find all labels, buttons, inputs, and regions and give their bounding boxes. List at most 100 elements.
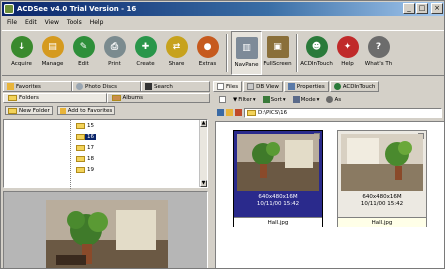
new-folder-button[interactable]: New Folder: [5, 106, 53, 115]
tab-files-label: Files: [226, 83, 239, 90]
whats-this-button[interactable]: ? What's Th: [363, 31, 394, 75]
folder-tree[interactable]: 15 16 17 18 19 ▲ ▼: [3, 119, 208, 189]
menu-help[interactable]: Help: [90, 19, 104, 26]
folder-icon: [76, 167, 85, 173]
view-icon: [326, 96, 334, 103]
tab-albums-label: Albums: [122, 95, 144, 101]
acdintouch-button[interactable]: ☻ ACDInTouch: [300, 31, 333, 75]
share-button[interactable]: ⇄ Share: [161, 31, 192, 75]
close-button[interactable]: ×: [431, 3, 443, 14]
menu-edit[interactable]: Edit: [25, 19, 37, 26]
refresh-icon[interactable]: [226, 109, 233, 116]
tab-acdintouch[interactable]: ACDInTouch: [329, 81, 380, 92]
preview-image: [46, 200, 168, 268]
files-icon: [217, 83, 224, 90]
print-button[interactable]: ⎙ Print: [99, 31, 130, 75]
tab-photo-discs[interactable]: Photo Discs: [72, 81, 141, 91]
sort-button[interactable]: Sort ▾: [261, 95, 288, 105]
tab-files[interactable]: Files: [213, 81, 243, 92]
tree-item[interactable]: 15: [76, 123, 94, 129]
tree-item-selected[interactable]: 16: [76, 134, 96, 140]
menu-bar: File Edit View Tools Help: [2, 17, 103, 28]
add-to-favorites-button[interactable]: Add to Favorites: [56, 106, 116, 115]
help-button[interactable]: ✦ Help: [332, 31, 363, 75]
title-bar[interactable]: ACDSee v4.0 Trial Version - 16 _ □ ×: [2, 2, 444, 16]
tab-db-view[interactable]: DB View: [243, 81, 283, 92]
thumbnail-area[interactable]: 640x480x16M 10/11/00 15:42 Hall.jpg 640x…: [215, 121, 444, 268]
tab-folders[interactable]: Folders: [3, 93, 107, 103]
view-as-button[interactable]: As: [324, 95, 343, 105]
menu-view[interactable]: View: [45, 19, 59, 26]
manage-icon: ▤: [41, 36, 64, 58]
tree-item-label: 19: [87, 167, 94, 173]
acquire-button[interactable]: ↓ Acquire: [6, 31, 37, 75]
preview-photo: [46, 200, 168, 268]
album-icon: [111, 95, 121, 101]
navpane-button[interactable]: ▥ NavPane: [231, 31, 262, 75]
folder-actions: New Folder Add to Favorites: [3, 105, 210, 116]
tab-favorites[interactable]: Favorites: [3, 81, 72, 91]
thumbnail-item[interactable]: 640x480x16M 10/11/00 15:42 Hall.jpg: [337, 130, 427, 227]
tab-db-view-label: DB View: [256, 83, 279, 90]
app-icon: [4, 4, 14, 14]
menu-tools[interactable]: Tools: [67, 19, 82, 26]
tree-item[interactable]: 18: [76, 156, 94, 162]
thumbnail-date: 10/11/00 15:42: [360, 201, 404, 207]
new-folder-icon: [8, 107, 17, 114]
tab-search-label: Search: [154, 83, 173, 90]
folder-icon: [247, 109, 256, 116]
tree-item[interactable]: 19: [76, 167, 94, 173]
mode-button[interactable]: Mode ▾: [291, 95, 322, 105]
left-tabs: Favorites Photo Discs Search: [3, 81, 210, 92]
properties-icon: [287, 83, 295, 90]
edit-icon: ✎: [72, 36, 95, 58]
stop-icon[interactable]: [235, 109, 242, 116]
preview-pane: [3, 191, 208, 268]
tree-item[interactable]: 17: [76, 145, 94, 151]
thumbnail-filename: Hall.jpg: [338, 217, 426, 227]
thumbnail-date: 10/11/00 15:42: [256, 201, 300, 207]
fullscreen-icon: ▣: [266, 36, 289, 58]
create-button[interactable]: ✚ Create: [130, 31, 161, 75]
print-label: Print: [108, 61, 121, 67]
thumbnail-image: [237, 134, 319, 191]
edit-button[interactable]: ✎ Edit: [68, 31, 99, 75]
toolbar-separator: [226, 34, 228, 72]
address-field[interactable]: D:\PICS\16: [244, 107, 442, 118]
scroll-down-arrow-icon[interactable]: ▼: [200, 180, 207, 187]
folder-icon: [76, 145, 85, 151]
chevron-down-icon: ▾: [316, 96, 320, 103]
acdintouch-tab-icon: [333, 83, 341, 90]
favorites-icon: [7, 83, 14, 90]
tab-photo-discs-label: Photo Discs: [85, 83, 117, 90]
tree-scrollbar[interactable]: ▲ ▼: [199, 120, 207, 187]
tab-properties[interactable]: Properties: [283, 81, 329, 92]
address-bar: D:\PICS\16: [213, 107, 444, 118]
back-button[interactable]: [217, 95, 228, 105]
extras-button[interactable]: ● Extras: [192, 31, 223, 75]
thumbnail-image: [341, 134, 423, 191]
up-folder-icon[interactable]: [217, 109, 224, 116]
tab-search[interactable]: Search: [141, 81, 210, 91]
tree-item-label: 18: [87, 156, 94, 162]
thumbnail-item-selected[interactable]: 640x480x16M 10/11/00 15:42 Hall.jpg: [233, 130, 323, 227]
sort-icon: [262, 96, 270, 103]
view-as-label: As: [334, 96, 342, 103]
menu-file[interactable]: File: [7, 19, 17, 26]
fullscreen-button[interactable]: ▣ FullScreen: [262, 31, 293, 75]
print-icon: ⎙: [103, 36, 126, 58]
filter-button[interactable]: ▼ Filter ▾: [231, 95, 258, 105]
folder-icon: [8, 95, 17, 101]
mode-icon: [292, 96, 300, 103]
favorite-star-icon: [59, 107, 66, 114]
new-folder-label: New Folder: [19, 107, 50, 114]
maximize-button[interactable]: □: [416, 3, 428, 14]
acdsee-window: ACDSee v4.0 Trial Version - 16 _ □ × Fil…: [0, 0, 445, 269]
left-subtabs: Folders Albums: [3, 93, 210, 103]
whats-this-label: What's Th: [364, 61, 393, 67]
minimize-button[interactable]: _: [403, 3, 415, 14]
thumbnail-info: 640x480x16M 10/11/00 15:42: [338, 194, 426, 208]
manage-button[interactable]: ▤ Manage: [37, 31, 68, 75]
scroll-up-arrow-icon[interactable]: ▲: [200, 120, 207, 127]
tab-albums[interactable]: Albums: [106, 93, 210, 103]
